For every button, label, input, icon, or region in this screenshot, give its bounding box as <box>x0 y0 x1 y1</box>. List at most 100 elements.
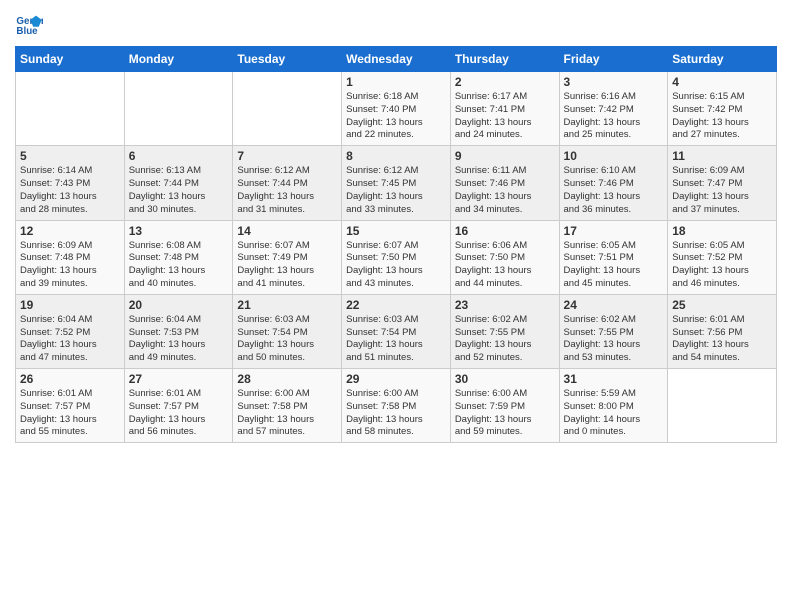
week-row-2: 5Sunrise: 6:14 AM Sunset: 7:43 PM Daylig… <box>16 146 777 220</box>
cell-content: Sunrise: 6:03 AM Sunset: 7:54 PM Dayligh… <box>237 314 337 365</box>
cell-content: Sunrise: 5:59 AM Sunset: 8:00 PM Dayligh… <box>564 388 664 439</box>
calendar-cell: 12Sunrise: 6:09 AM Sunset: 7:48 PM Dayli… <box>16 220 125 294</box>
logo: General Blue <box>15 10 47 38</box>
calendar-cell: 4 Sunrise: 6:15 AM Sunset: 7:42 PM Daylig… <box>668 72 777 146</box>
calendar-cell: 15Sunrise: 6:07 AM Sunset: 7:50 PM Dayli… <box>342 220 451 294</box>
calendar-cell: 3 Sunrise: 6:16 AM Sunset: 7:42 PM Daylig… <box>559 72 668 146</box>
day-number: 22 <box>346 298 446 312</box>
day-number: 27 <box>129 372 229 386</box>
week-row-3: 12Sunrise: 6:09 AM Sunset: 7:48 PM Dayli… <box>16 220 777 294</box>
calendar-cell: 6 Sunrise: 6:13 AM Sunset: 7:44 PM Daylig… <box>124 146 233 220</box>
calendar-cell <box>124 72 233 146</box>
calendar-cell: 2Sunrise: 6:17 AM Sunset: 7:41 PM Daylig… <box>450 72 559 146</box>
cell-content: Sunrise: 6:11 AM Sunset: 7:46 PM Dayligh… <box>455 165 555 216</box>
cell-content: Sunrise: 6:05 AM Sunset: 7:51 PM Dayligh… <box>564 240 664 291</box>
calendar-cell: 24 Sunrise: 6:02 AM Sunset: 7:55 PM Dayli… <box>559 294 668 368</box>
cell-content: Sunrise: 6:00 AM Sunset: 7:59 PM Dayligh… <box>455 388 555 439</box>
calendar-cell <box>668 369 777 443</box>
calendar-cell: 21Sunrise: 6:03 AM Sunset: 7:54 PM Dayli… <box>233 294 342 368</box>
calendar-cell: 30 Sunrise: 6:00 AM Sunset: 7:59 PM Dayli… <box>450 369 559 443</box>
cell-content: Sunrise: 6:15 AM Sunset: 7:42 PM Dayligh… <box>672 91 772 142</box>
cell-content: Sunrise: 6:03 AM Sunset: 7:54 PM Dayligh… <box>346 314 446 365</box>
cell-content: Sunrise: 6:09 AM Sunset: 7:47 PM Dayligh… <box>672 165 772 216</box>
calendar-cell: 5Sunrise: 6:14 AM Sunset: 7:43 PM Daylig… <box>16 146 125 220</box>
calendar-cell: 27Sunrise: 6:01 AM Sunset: 7:57 PM Dayli… <box>124 369 233 443</box>
day-number: 3 <box>564 75 664 89</box>
day-number: 19 <box>20 298 120 312</box>
cell-content: Sunrise: 6:12 AM Sunset: 7:45 PM Dayligh… <box>346 165 446 216</box>
cell-content: Sunrise: 6:04 AM Sunset: 7:53 PM Dayligh… <box>129 314 229 365</box>
calendar-table: SundayMondayTuesdayWednesdayThursdayFrid… <box>15 46 777 443</box>
day-number: 25 <box>672 298 772 312</box>
calendar-cell: 22 Sunrise: 6:03 AM Sunset: 7:54 PM Dayli… <box>342 294 451 368</box>
calendar-cell: 20 Sunrise: 6:04 AM Sunset: 7:53 PM Dayli… <box>124 294 233 368</box>
day-number: 2 <box>455 75 555 89</box>
day-number: 16 <box>455 224 555 238</box>
day-number: 29 <box>346 372 446 386</box>
day-number: 12 <box>20 224 120 238</box>
day-number: 26 <box>20 372 120 386</box>
weekday-header-thursday: Thursday <box>450 47 559 72</box>
weekday-header-wednesday: Wednesday <box>342 47 451 72</box>
day-number: 20 <box>129 298 229 312</box>
day-number: 23 <box>455 298 555 312</box>
day-number: 8 <box>346 149 446 163</box>
calendar-cell: 9Sunrise: 6:11 AM Sunset: 7:46 PM Daylig… <box>450 146 559 220</box>
svg-text:Blue: Blue <box>16 26 38 37</box>
cell-content: Sunrise: 6:16 AM Sunset: 7:42 PM Dayligh… <box>564 91 664 142</box>
weekday-header-saturday: Saturday <box>668 47 777 72</box>
week-row-5: 26Sunrise: 6:01 AM Sunset: 7:57 PM Dayli… <box>16 369 777 443</box>
calendar-cell: 13Sunrise: 6:08 AM Sunset: 7:48 PM Dayli… <box>124 220 233 294</box>
cell-content: Sunrise: 6:18 AM Sunset: 7:40 PM Dayligh… <box>346 91 446 142</box>
day-number: 17 <box>564 224 664 238</box>
cell-content: Sunrise: 6:01 AM Sunset: 7:56 PM Dayligh… <box>672 314 772 365</box>
weekday-header-sunday: Sunday <box>16 47 125 72</box>
cell-content: Sunrise: 6:13 AM Sunset: 7:44 PM Dayligh… <box>129 165 229 216</box>
weekday-header-row: SundayMondayTuesdayWednesdayThursdayFrid… <box>16 47 777 72</box>
day-number: 30 <box>455 372 555 386</box>
calendar-cell: 11Sunrise: 6:09 AM Sunset: 7:47 PM Dayli… <box>668 146 777 220</box>
cell-content: Sunrise: 6:07 AM Sunset: 7:49 PM Dayligh… <box>237 240 337 291</box>
calendar-cell: 23Sunrise: 6:02 AM Sunset: 7:55 PM Dayli… <box>450 294 559 368</box>
day-number: 18 <box>672 224 772 238</box>
day-number: 7 <box>237 149 337 163</box>
day-number: 10 <box>564 149 664 163</box>
calendar-cell: 25 Sunrise: 6:01 AM Sunset: 7:56 PM Dayli… <box>668 294 777 368</box>
cell-content: Sunrise: 6:05 AM Sunset: 7:52 PM Dayligh… <box>672 240 772 291</box>
calendar-cell: 10 Sunrise: 6:10 AM Sunset: 7:46 PM Dayli… <box>559 146 668 220</box>
cell-content: Sunrise: 6:12 AM Sunset: 7:44 PM Dayligh… <box>237 165 337 216</box>
day-number: 28 <box>237 372 337 386</box>
week-row-4: 19Sunrise: 6:04 AM Sunset: 7:52 PM Dayli… <box>16 294 777 368</box>
calendar-cell: 8 Sunrise: 6:12 AM Sunset: 7:45 PM Daylig… <box>342 146 451 220</box>
day-number: 1 <box>346 75 446 89</box>
day-number: 24 <box>564 298 664 312</box>
calendar-cell <box>233 72 342 146</box>
week-row-1: 1 Sunrise: 6:18 AM Sunset: 7:40 PM Daylig… <box>16 72 777 146</box>
day-number: 15 <box>346 224 446 238</box>
calendar-cell: 16 Sunrise: 6:06 AM Sunset: 7:50 PM Dayli… <box>450 220 559 294</box>
day-number: 13 <box>129 224 229 238</box>
day-number: 31 <box>564 372 664 386</box>
day-number: 6 <box>129 149 229 163</box>
weekday-header-monday: Monday <box>124 47 233 72</box>
calendar-cell: 1 Sunrise: 6:18 AM Sunset: 7:40 PM Daylig… <box>342 72 451 146</box>
day-number: 4 <box>672 75 772 89</box>
cell-content: Sunrise: 6:06 AM Sunset: 7:50 PM Dayligh… <box>455 240 555 291</box>
cell-content: Sunrise: 6:00 AM Sunset: 7:58 PM Dayligh… <box>346 388 446 439</box>
cell-content: Sunrise: 6:10 AM Sunset: 7:46 PM Dayligh… <box>564 165 664 216</box>
calendar-cell: 19Sunrise: 6:04 AM Sunset: 7:52 PM Dayli… <box>16 294 125 368</box>
cell-content: Sunrise: 6:14 AM Sunset: 7:43 PM Dayligh… <box>20 165 120 216</box>
logo-icon: General Blue <box>15 10 43 38</box>
calendar-cell <box>16 72 125 146</box>
calendar-cell: 17 Sunrise: 6:05 AM Sunset: 7:51 PM Dayli… <box>559 220 668 294</box>
day-number: 14 <box>237 224 337 238</box>
calendar-cell: 28 Sunrise: 6:00 AM Sunset: 7:58 PM Dayli… <box>233 369 342 443</box>
calendar-cell: 18 Sunrise: 6:05 AM Sunset: 7:52 PM Dayli… <box>668 220 777 294</box>
cell-content: Sunrise: 6:02 AM Sunset: 7:55 PM Dayligh… <box>564 314 664 365</box>
calendar-cell: 29 Sunrise: 6:00 AM Sunset: 7:58 PM Dayli… <box>342 369 451 443</box>
header: General Blue <box>15 10 777 38</box>
calendar-cell: 7 Sunrise: 6:12 AM Sunset: 7:44 PM Daylig… <box>233 146 342 220</box>
calendar-page: General Blue SundayMondayTuesdayWednesda… <box>0 0 792 612</box>
weekday-header-friday: Friday <box>559 47 668 72</box>
cell-content: Sunrise: 6:00 AM Sunset: 7:58 PM Dayligh… <box>237 388 337 439</box>
